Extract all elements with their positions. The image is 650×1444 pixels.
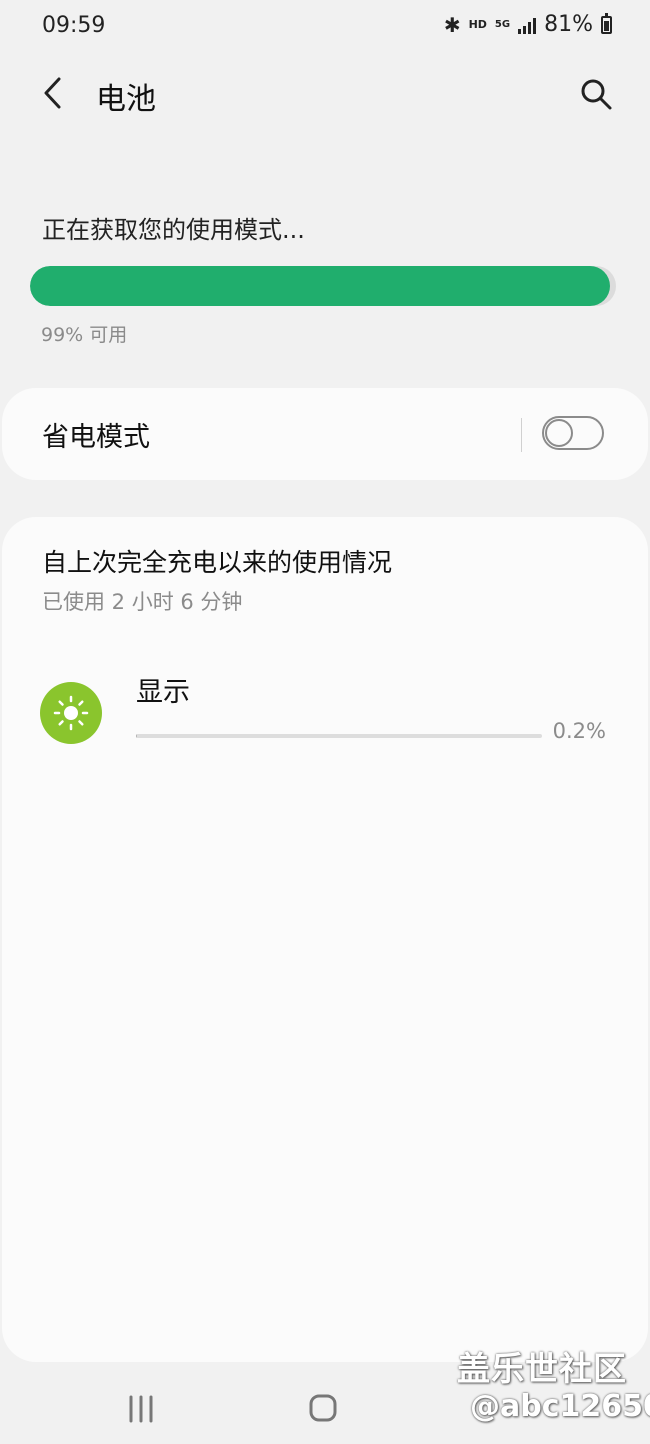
recent-apps-button[interactable] — [120, 1392, 162, 1426]
status-time: 09:59 — [42, 13, 106, 38]
usage-title: 自上次完全充电以来的使用情况 — [42, 548, 393, 577]
chevron-left-icon — [44, 77, 61, 109]
power-saving-toggle[interactable] — [542, 416, 604, 450]
home-icon — [309, 1394, 337, 1422]
power-saving-label: 省电模式 — [42, 422, 150, 453]
battery-percent: 81% — [544, 12, 593, 37]
power-saving-card[interactable]: 省电模式 — [2, 388, 648, 480]
battery-level-bar — [30, 266, 616, 306]
display-usage-fill — [136, 734, 137, 738]
display-label: 显示 — [136, 677, 190, 708]
search-button[interactable] — [574, 72, 618, 116]
usage-item-display[interactable]: 显示 0.2% — [2, 662, 648, 762]
battery-icon — [601, 12, 612, 34]
toggle-knob — [545, 419, 573, 447]
status-bar: 09:59 ✱ HD 5G 81% — [0, 0, 650, 56]
usage-pattern-loading-text: 正在获取您的使用模式... — [42, 216, 305, 244]
5g-icon: 5G — [494, 18, 511, 30]
search-icon — [581, 79, 612, 110]
battery-level-fill — [30, 266, 611, 306]
usage-card: 自上次完全充电以来的使用情况 已使用 2 小时 6 分钟 显示 0.2% — [2, 517, 648, 1362]
battery-available-text: 99% 可用 — [41, 324, 128, 346]
toggle-divider — [521, 418, 522, 452]
signal-icon — [518, 16, 537, 34]
status-icons: ✱ HD 5G 81% — [444, 12, 612, 37]
recent-apps-icon — [129, 1395, 153, 1423]
usage-subtitle: 已使用 2 小时 6 分钟 — [42, 590, 243, 614]
header: 电池 — [0, 62, 650, 126]
navigation-bar — [0, 1370, 650, 1444]
sun-icon — [40, 682, 102, 744]
display-usage-track — [136, 734, 542, 738]
home-button[interactable] — [303, 1388, 343, 1428]
display-usage-percent: 0.2% — [552, 719, 606, 743]
hd-icon: HD — [468, 18, 487, 31]
page-title: 电池 — [96, 82, 156, 117]
back-button[interactable] — [32, 72, 74, 114]
bluetooth-icon: ✱ — [443, 12, 461, 37]
